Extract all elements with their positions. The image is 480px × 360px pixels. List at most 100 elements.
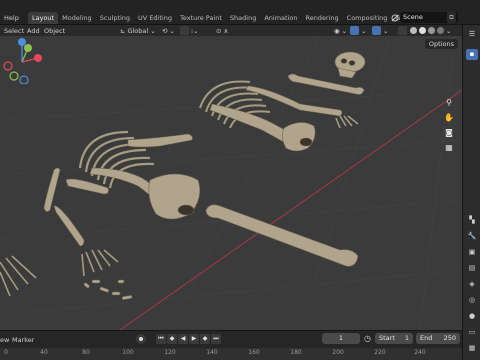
wrench-icon[interactable]: 🔧: [466, 231, 478, 242]
skeleton-models[interactable]: [0, 51, 366, 300]
tab-compositing[interactable]: Compositing: [343, 12, 392, 24]
view-layer-icon[interactable]: ◈: [466, 279, 478, 290]
end-value: 250: [443, 334, 456, 342]
radius-left: [53, 205, 85, 247]
orientation-label: Global: [127, 26, 149, 35]
texture-icon[interactable]: ▦: [466, 343, 478, 354]
ruler-tick: 40: [40, 349, 48, 356]
menu-help[interactable]: Help: [4, 14, 19, 22]
play-button[interactable]: ▶: [189, 334, 199, 344]
pivot-dropdown[interactable]: ⟲ ⌄: [162, 26, 175, 35]
selected-row-icon[interactable]: ▪: [466, 49, 478, 60]
overlays-toggle[interactable]: ⌄: [372, 26, 388, 35]
scene-icon[interactable]: [390, 13, 400, 23]
ruler-tick: 200: [332, 349, 344, 356]
start-value: 1: [404, 334, 409, 342]
rendered-shading-icon[interactable]: [437, 27, 444, 34]
scene-copy-button[interactable]: ⧉: [447, 12, 456, 23]
chevron-down-icon: ⌄: [383, 26, 389, 35]
play-reverse-button[interactable]: ◀: [178, 334, 188, 344]
prev-keyframe-button[interactable]: ◆: [167, 334, 177, 344]
pivot-icon: ⟲: [162, 26, 168, 35]
output-icon[interactable]: ▤: [466, 263, 478, 274]
material-shading-icon[interactable]: [428, 27, 435, 34]
3d-viewport[interactable]: Options ⚲ ✋ ◙ ▦: [0, 36, 462, 330]
chevron-down-icon[interactable]: ⌄: [446, 27, 451, 35]
frame-ruler[interactable]: 0 40 80 100 120 140 160 180 200 220 240: [0, 348, 462, 360]
neg-x-axis-handle[interactable]: [3, 61, 13, 71]
tab-rendering[interactable]: Rendering: [301, 12, 342, 24]
transform-orientation-dropdown[interactable]: ⊾ Global ⌄: [120, 26, 156, 35]
properties-panel: ☰ ▪ ▚ 🔧 ▣ ▤ ◈ ◎ ● ▭ ▦: [462, 25, 480, 360]
eye-icon: ◉: [334, 26, 340, 35]
humerus-left: [43, 167, 61, 212]
tab-uv-editing[interactable]: UV Editing: [134, 12, 176, 24]
proportional-edit-toggle[interactable]: ⊙ ∧: [216, 26, 228, 35]
xray-toggle[interactable]: [398, 26, 407, 35]
shading-modes: ⌄: [410, 26, 451, 35]
menu-marker[interactable]: Marker: [12, 336, 34, 344]
chevron-down-icon: ⌄: [361, 26, 367, 35]
ruler-tick: 140: [206, 349, 218, 356]
viewport-header: Select Add Object ⊾ Global ⌄ ⟲ ⌄ ⁝⌄ ⊙ ∧ ◉…: [0, 25, 462, 36]
y-axis-handle[interactable]: [24, 44, 32, 52]
tab-modeling[interactable]: Modeling: [58, 12, 96, 24]
chevron-down-icon: ⌄: [341, 26, 348, 35]
skull: [334, 51, 366, 79]
visibility-dropdown[interactable]: ◉ ⌄: [334, 26, 347, 35]
ruler-tick: 220: [374, 349, 386, 356]
zoom-icon[interactable]: ⚲: [442, 96, 456, 110]
ruler-tick: 160: [248, 349, 260, 356]
world-icon[interactable]: ●: [466, 311, 478, 322]
z-axis-handle[interactable]: [18, 38, 26, 46]
collection-icon[interactable]: ▭: [466, 327, 478, 338]
small-bones: [83, 279, 133, 300]
chevron-down-icon: ⌄: [169, 26, 175, 35]
tab-sculpting[interactable]: Sculpting: [96, 12, 134, 24]
snap-icon: [180, 26, 189, 35]
start-label: Start: [379, 334, 395, 342]
start-frame-field[interactable]: Start 1: [375, 333, 413, 344]
next-keyframe-button[interactable]: ◆: [200, 334, 210, 344]
hand-icon[interactable]: ✋: [442, 111, 456, 125]
menu-view[interactable]: ew: [0, 336, 9, 344]
jump-end-button[interactable]: ⏭: [211, 334, 221, 344]
tab-layout[interactable]: Layout: [28, 12, 59, 24]
foot-left: [0, 255, 37, 297]
tab-texture-paint[interactable]: Texture Paint: [176, 12, 226, 24]
grid-icon[interactable]: ▦: [442, 141, 456, 155]
menu-add[interactable]: Add: [27, 27, 40, 35]
scene-properties-icon[interactable]: ◎: [466, 295, 478, 306]
hand-upper: [335, 115, 359, 129]
timeline: ew Marker ⏮ ◆ ◀ ▶ ◆ ⏭ 1 ◷ Start 1 End 25…: [0, 330, 462, 360]
neg-z-axis-handle[interactable]: [19, 75, 29, 84]
current-frame-field[interactable]: 1: [322, 333, 360, 344]
clock-icon[interactable]: ◷: [364, 334, 371, 343]
jump-start-button[interactable]: ⏮: [156, 334, 166, 344]
tab-shading[interactable]: Shading: [226, 12, 260, 24]
end-label: End: [420, 334, 433, 342]
wireframe-shading-icon[interactable]: [410, 27, 417, 34]
tab-animation[interactable]: Animation: [260, 12, 301, 24]
ruler-tick: 0: [4, 349, 8, 356]
menu-object[interactable]: Object: [44, 27, 65, 35]
render-icon[interactable]: ▣: [466, 247, 478, 258]
snap-toggle[interactable]: ⁝⌄: [180, 26, 199, 35]
solid-shading-icon[interactable]: [419, 27, 426, 34]
record-icon[interactable]: [136, 334, 146, 344]
neg-y-axis-handle[interactable]: [9, 71, 19, 81]
arm-main: [127, 133, 193, 148]
outliner-icon[interactable]: ☰: [466, 29, 478, 40]
gizmo-toggle[interactable]: ⌄: [350, 26, 366, 35]
x-axis-handle[interactable]: [34, 54, 42, 62]
menu-select[interactable]: Select: [4, 27, 24, 35]
navigation-gizmo[interactable]: [0, 36, 44, 84]
end-frame-field[interactable]: End 250: [416, 333, 460, 344]
xray-icon: [398, 26, 407, 35]
camera-icon[interactable]: ◙: [442, 126, 456, 140]
chevron-down-icon: ⌄: [150, 26, 156, 35]
ruler-tick: 100: [122, 349, 134, 356]
options-dropdown[interactable]: Options: [424, 39, 458, 49]
snap-target-icon: ⁝⌄: [191, 26, 199, 35]
properties-tool-icon[interactable]: ▚: [466, 215, 478, 226]
